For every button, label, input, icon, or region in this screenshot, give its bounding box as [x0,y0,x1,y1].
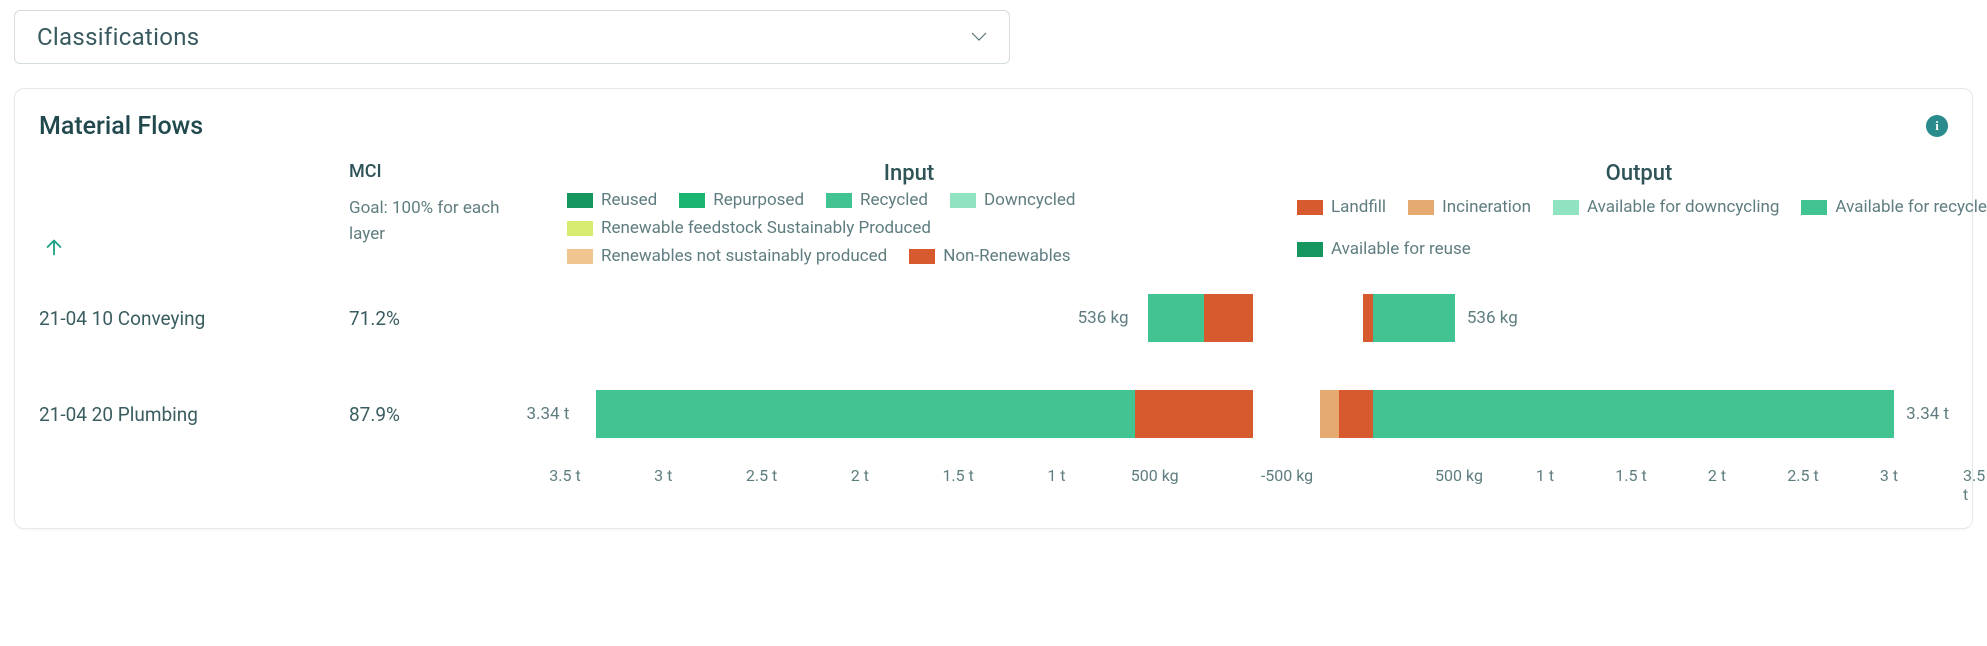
arrow-up-icon [43,236,65,258]
output-bar-row: 536 kg [1279,294,1987,342]
info-icon[interactable]: i [1926,115,1948,137]
bar-segment [1320,390,1339,438]
legend-item: Available for downcycling [1553,190,1779,224]
legend-swatch [950,193,976,208]
legend-swatch [1801,200,1827,215]
legend-item: Recycled [826,190,928,210]
axis-tick: 1.5 t [942,466,973,485]
row-mci: 71.2% [349,270,539,366]
legend-swatch [679,193,705,208]
legend-label: Landfill [1331,197,1386,217]
legend-input: Reused Repurposed Recycled Downcycled Renewa… [549,186,1269,270]
legend-swatch [1408,200,1434,215]
legend-item: Repurposed [679,190,804,210]
axis-tick: 3 t [1880,466,1898,485]
legend-label: Available for recycle [1835,197,1987,217]
axis-tick: 3 t [654,466,672,485]
bar-total-label: 3.34 t [526,390,569,438]
legend-output: Landfill Incineration Available for downcy… [1279,186,1987,270]
legend-swatch [1297,200,1323,215]
axis-tick: 1.5 t [1615,466,1646,485]
axis-tick: 2 t [1708,466,1726,485]
bar-segment [1363,294,1373,342]
bar-segment [1135,390,1253,438]
axis-tick: 3.5 t [1963,466,1987,504]
bar-segment [1339,390,1373,438]
row-label: 21-04 10 Conveying [39,270,339,366]
legend-swatch [1553,200,1579,215]
axis-tick: -500 kg [1261,466,1313,485]
legend-swatch [567,249,593,264]
output-bar-row: 3.34 t [1279,390,1987,438]
legend-label: Recycled [860,190,928,210]
classifications-select[interactable]: Classifications [14,10,1010,64]
bar-total-label: 536 kg [1467,294,1518,342]
chevron-down-icon [971,32,987,42]
legend-swatch [909,249,935,264]
select-label: Classifications [37,23,199,51]
material-flows-card: Material Flows i MCI Input Output Goal: … [14,88,1973,529]
input-bar-row: 3.34 t [549,390,1269,438]
axis-tick: 500 kg [1131,466,1179,485]
col-mci: MCI [349,157,539,186]
legend-label: Non-Renewables [943,246,1070,266]
legend-label: Renewables not sustainably produced [601,246,887,266]
legend-label: Repurposed [713,190,804,210]
input-bar-row: 536 kg [549,294,1269,342]
axis-tick: 3.5 t [549,466,580,485]
legend-swatch [567,221,593,236]
sort-ascending-button[interactable] [39,232,69,262]
legend-item: Available for recycle [1801,190,1987,224]
axis-tick: 1 t [1536,466,1554,485]
mci-goal: Goal: 100% for each layer [349,186,539,270]
legend-item: Landfill [1297,190,1386,224]
legend-item: Available for reuse [1297,232,1471,266]
legend-item: Incineration [1408,190,1531,224]
col-output: Output [1279,157,1987,186]
bar-total-label: 536 kg [1078,294,1129,342]
axis-tick: 2.5 t [746,466,777,485]
row-mci: 87.9% [349,366,539,462]
axis-tick: 1 t [1047,466,1065,485]
bar-segment [1373,294,1455,342]
legend-item: Renewables not sustainably produced [567,246,887,266]
legend-label: Incineration [1442,197,1531,217]
legend-item: Renewable feedstock Sustainably Produced [567,218,931,238]
axis-tick: 500 kg [1435,466,1483,485]
legend-label: Renewable feedstock Sustainably Produced [601,218,931,238]
legend-swatch [826,193,852,208]
bar-total-label: 3.34 t [1906,390,1949,438]
bar-segment [1204,294,1253,342]
row-label: 21-04 20 Plumbing [39,366,339,462]
bar-segment [1373,390,1894,438]
col-input: Input [549,157,1269,186]
legend-label: Downcycled [984,190,1075,210]
bar-segment [1148,294,1204,342]
legend-swatch [567,193,593,208]
axis-tick: 2.5 t [1787,466,1818,485]
legend-item: Downcycled [950,190,1075,210]
legend-swatch [1297,242,1323,257]
axis-tick: 2 t [851,466,869,485]
legend-label: Available for reuse [1331,239,1471,259]
legend-label: Reused [601,190,657,210]
legend-item: Non-Renewables [909,246,1070,266]
card-title: Material Flows [39,112,203,141]
legend-label: Available for downcycling [1587,197,1779,217]
bar-segment [596,390,1135,438]
legend-item: Reused [567,190,657,210]
